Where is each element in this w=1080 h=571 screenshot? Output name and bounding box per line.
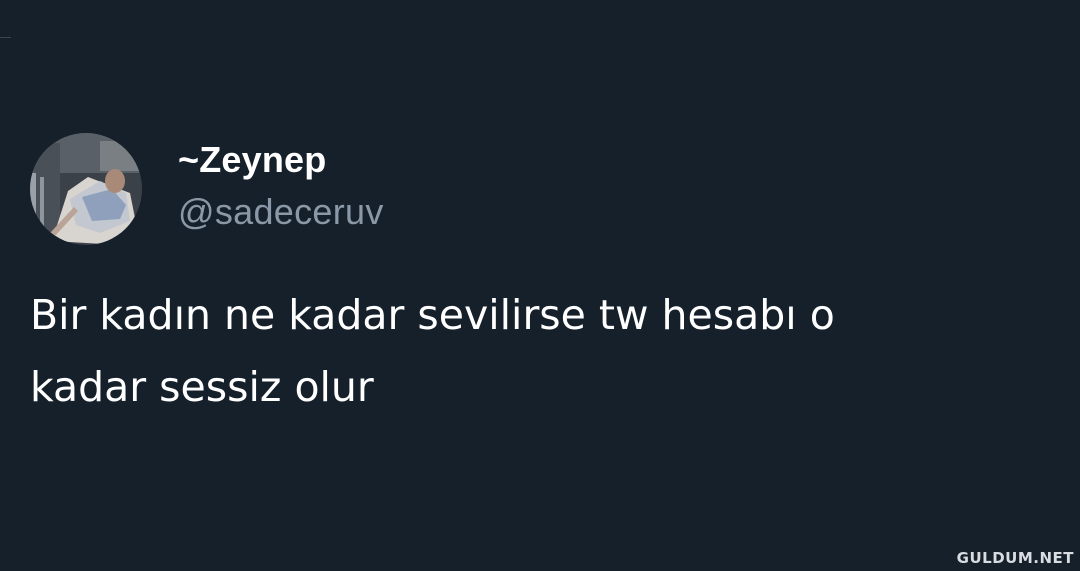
tweet-text-line: Bir kadın ne kadar sevilirse tw hesabı o [30,291,835,339]
display-name[interactable]: ~Zeynep [178,138,384,182]
avatar-photo [30,133,142,245]
user-handle[interactable]: @sadeceruv [178,190,384,234]
watermark: GULDUM.NET [956,549,1074,567]
tweet-text-line: kadar sessiz olur [30,363,374,411]
tweet-text: Bir kadın ne kadar sevilirse tw hesabı o… [30,279,1030,423]
avatar[interactable] [30,133,142,245]
user-names: ~Zeynep @sadeceruv [178,138,384,234]
corner-divider [0,37,11,38]
